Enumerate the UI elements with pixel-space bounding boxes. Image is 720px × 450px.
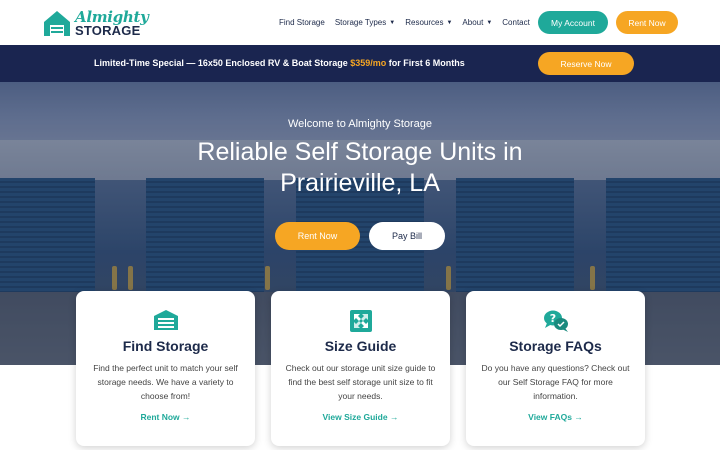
resize-arrows-icon bbox=[271, 309, 450, 333]
hero-title: Reliable Self Storage Units in Prairievi… bbox=[197, 138, 523, 197]
card-title: Storage FAQs bbox=[509, 338, 602, 354]
promo-text-before: Limited-Time Special — 16x50 Enclosed RV… bbox=[94, 58, 351, 68]
view-size-guide-link[interactable]: View Size Guide → bbox=[271, 412, 450, 422]
nav-contact[interactable]: Contact bbox=[502, 18, 530, 27]
main-nav: Find Storage Storage Types ▼ Resources ▼ A… bbox=[279, 0, 540, 45]
nav-find-storage[interactable]: Find Storage bbox=[279, 18, 325, 27]
garage-icon bbox=[76, 309, 255, 333]
card-title: Find Storage bbox=[122, 338, 209, 354]
nav-resources[interactable]: Resources ▼ bbox=[405, 18, 452, 27]
card-title: Size Guide bbox=[324, 338, 397, 354]
brand-logo[interactable]: Almighty STORAGE bbox=[42, 6, 149, 40]
card-link-label: View FAQs bbox=[528, 412, 572, 422]
nav-label: About bbox=[462, 18, 484, 27]
nav-storage-types[interactable]: Storage Types ▼ bbox=[335, 18, 395, 27]
my-account-button[interactable]: My Account bbox=[538, 11, 608, 34]
nav-about[interactable]: About ▼ bbox=[462, 18, 492, 27]
view-faqs-link[interactable]: View FAQs → bbox=[466, 412, 645, 422]
card-description: Do you have any questions? Check out our… bbox=[481, 363, 630, 401]
pay-bill-button[interactable]: Pay Bill bbox=[369, 222, 445, 250]
card-link-label: View Size Guide bbox=[322, 412, 388, 422]
caret-down-icon: ▼ bbox=[486, 19, 493, 26]
card-link-label: Rent Now bbox=[140, 412, 180, 422]
site-header: Almighty STORAGE Find Storage Storage Ty… bbox=[0, 0, 720, 45]
card-find-storage: Find Storage Find the perfect unit to ma… bbox=[76, 291, 255, 446]
nav-label: Resources bbox=[405, 18, 444, 27]
nav-label: Storage Types bbox=[334, 18, 387, 27]
nav-label: Find Storage bbox=[279, 18, 325, 27]
promo-text: Limited-Time Special — 16x50 Enclosed RV… bbox=[94, 58, 465, 68]
arrow-right-icon: → bbox=[571, 412, 583, 422]
card-storage-faqs: ? Storage FAQs Do you have any questions… bbox=[466, 291, 645, 446]
promo-text-after: for First 6 Months bbox=[386, 58, 465, 68]
card-size-guide: Size Guide Check out our storage unit si… bbox=[271, 291, 450, 446]
promo-price: $359/mo bbox=[350, 58, 387, 68]
arrow-right-icon: → bbox=[387, 412, 399, 422]
question-chat-icon: ? bbox=[466, 309, 645, 333]
arrow-right-icon: → bbox=[179, 412, 191, 422]
caret-down-icon: ▼ bbox=[446, 19, 453, 26]
hero-subtitle: Welcome to Almighty Storage bbox=[287, 118, 433, 130]
nav-label: Contact bbox=[502, 18, 530, 27]
header-rent-now-button[interactable]: Rent Now bbox=[616, 11, 678, 34]
house-logo-icon bbox=[42, 8, 72, 38]
card-description: Check out our storage unit size guide to… bbox=[285, 363, 436, 401]
card-description: Find the perfect unit to match your self… bbox=[93, 363, 238, 401]
brand-name-bottom: STORAGE bbox=[75, 22, 141, 38]
reserve-now-button[interactable]: Reserve Now bbox=[538, 52, 634, 75]
caret-down-icon: ▼ bbox=[389, 19, 396, 26]
hero-rent-now-button[interactable]: Rent Now bbox=[275, 222, 360, 250]
rent-now-link[interactable]: Rent Now → bbox=[76, 412, 255, 422]
